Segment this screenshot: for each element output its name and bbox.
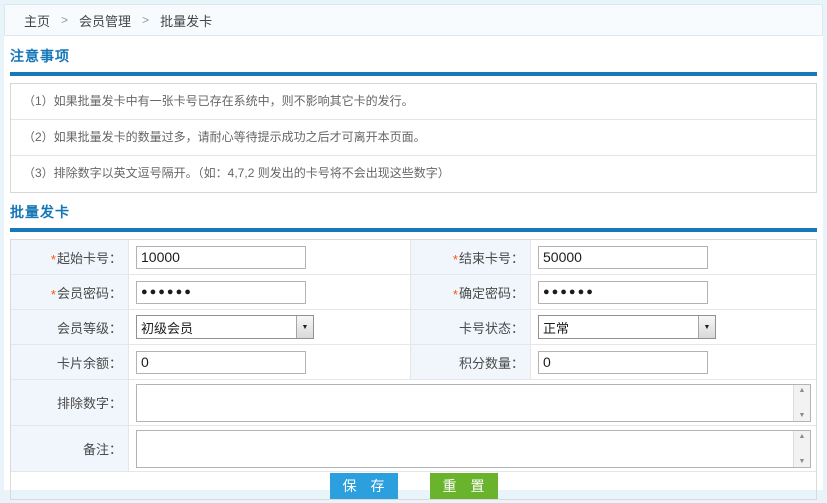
breadcrumb-batch-card-issue[interactable]: 批量发卡 — [160, 11, 212, 30]
start-card-no-cell — [129, 240, 411, 274]
end-card-no-cell — [531, 240, 816, 274]
points-amount-label: 积分数量： — [411, 345, 531, 379]
points-amount-cell — [531, 345, 816, 379]
form-row-exclude-digits: 排除数字： ▲ ▼ — [11, 380, 816, 426]
breadcrumb-home[interactable]: 主页 — [24, 11, 50, 30]
required-marker: * — [453, 287, 458, 302]
exclude-digits-label: 排除数字： — [11, 380, 129, 425]
form-actions-row: 保 存 重 置 — [11, 472, 816, 499]
chevron-down-icon[interactable]: ▼ — [698, 316, 715, 338]
remark-label: 备注： — [11, 426, 129, 471]
required-marker: * — [51, 252, 56, 267]
remark-textarea[interactable] — [137, 431, 793, 467]
reset-button[interactable]: 重 置 — [430, 473, 498, 499]
member-level-select[interactable]: 初级会员 ▼ — [136, 315, 314, 339]
card-status-cell: 正常 ▼ — [531, 310, 816, 344]
card-balance-label-text: 卡片余额： — [57, 353, 122, 372]
scroll-down-icon[interactable]: ▼ — [799, 458, 806, 465]
member-password-cell — [129, 275, 411, 309]
form-row-balance-points: 卡片余额： 积分数量： — [11, 345, 816, 380]
card-status-select[interactable]: 正常 ▼ — [538, 315, 716, 339]
end-card-no-label-text: 结束卡号： — [459, 248, 524, 267]
card-balance-label: 卡片余额： — [11, 345, 129, 379]
required-marker: * — [453, 252, 458, 267]
end-card-no-input[interactable] — [538, 246, 708, 269]
member-password-label: * 会员密码： — [11, 275, 129, 309]
member-level-cell: 初级会员 ▼ — [129, 310, 411, 344]
start-card-no-input[interactable] — [136, 246, 306, 269]
remark-label-text: 备注： — [83, 439, 122, 458]
breadcrumb-member-management[interactable]: 会员管理 — [79, 11, 131, 30]
card-status-label-text: 卡号状态： — [459, 318, 524, 337]
save-button[interactable]: 保 存 — [330, 473, 398, 499]
confirm-password-cell — [531, 275, 816, 309]
chevron-down-icon[interactable]: ▼ — [296, 316, 313, 338]
breadcrumb-separator: > — [61, 13, 68, 27]
card-status-label: 卡号状态： — [411, 310, 531, 344]
points-amount-label-text: 积分数量： — [459, 353, 524, 372]
member-password-input[interactable] — [136, 281, 306, 304]
form-title-underline — [10, 228, 817, 232]
note-line-2: （2）如果批量发卡的数量过多，请耐心等待提示成功之后才可离开本页面。 — [11, 120, 816, 156]
exclude-digits-textarea-frame: ▲ ▼ — [136, 384, 811, 422]
notes-box: （1）如果批量发卡中有一张卡号已存在系统中，则不影响其它卡的发行。 （2）如果批… — [10, 83, 817, 193]
confirm-password-input[interactable] — [538, 281, 708, 304]
end-card-no-label: * 结束卡号： — [411, 240, 531, 274]
member-level-selected-value: 初级会员 — [137, 316, 296, 338]
start-card-no-label: * 起始卡号： — [11, 240, 129, 274]
start-card-no-label-text: 起始卡号： — [57, 248, 122, 267]
points-amount-input[interactable] — [538, 351, 708, 374]
scroll-down-icon[interactable]: ▼ — [799, 412, 806, 419]
form-section-title: 批量发卡 — [10, 202, 817, 222]
batch-card-form: * 起始卡号： * 结束卡号： * 会员密码： — [10, 239, 817, 500]
remark-textarea-frame: ▲ ▼ — [136, 430, 811, 468]
card-balance-input[interactable] — [136, 351, 306, 374]
textarea-scrollbar[interactable]: ▲ ▼ — [793, 431, 810, 467]
exclude-digits-label-text: 排除数字： — [57, 393, 122, 412]
exclude-digits-cell: ▲ ▼ — [129, 380, 816, 425]
member-level-label-text: 会员等级： — [57, 318, 122, 337]
required-marker: * — [51, 287, 56, 302]
confirm-password-label-text: 确定密码： — [459, 283, 524, 302]
confirm-password-label: * 确定密码： — [411, 275, 531, 309]
content-panel: 注意事项 （1）如果批量发卡中有一张卡号已存在系统中，则不影响其它卡的发行。 （… — [4, 36, 823, 490]
form-row-card-range: * 起始卡号： * 结束卡号： — [11, 240, 816, 275]
scroll-up-icon[interactable]: ▲ — [799, 387, 806, 394]
exclude-digits-textarea[interactable] — [137, 385, 793, 421]
form-row-level-status: 会员等级： 初级会员 ▼ 卡号状态： 正常 ▼ — [11, 310, 816, 345]
scroll-up-icon[interactable]: ▲ — [799, 433, 806, 440]
notes-title-underline — [10, 72, 817, 76]
member-password-label-text: 会员密码： — [57, 283, 122, 302]
card-balance-cell — [129, 345, 411, 379]
breadcrumb-separator: > — [142, 13, 149, 27]
breadcrumb: 主页 > 会员管理 > 批量发卡 — [4, 4, 823, 36]
form-row-passwords: * 会员密码： * 确定密码： — [11, 275, 816, 310]
page: 主页 > 会员管理 > 批量发卡 注意事项 （1）如果批量发卡中有一张卡号已存在… — [0, 0, 827, 503]
note-line-3: （3）排除数字以英文逗号隔开。（如：4,7,2 则发出的卡号将不会出现这些数字） — [11, 156, 816, 192]
member-level-label: 会员等级： — [11, 310, 129, 344]
card-status-selected-value: 正常 — [539, 316, 698, 338]
notes-section-title: 注意事项 — [10, 46, 817, 66]
remark-cell: ▲ ▼ — [129, 426, 816, 471]
note-line-1: （1）如果批量发卡中有一张卡号已存在系统中，则不影响其它卡的发行。 — [11, 84, 816, 120]
textarea-scrollbar[interactable]: ▲ ▼ — [793, 385, 810, 421]
form-row-remark: 备注： ▲ ▼ — [11, 426, 816, 472]
